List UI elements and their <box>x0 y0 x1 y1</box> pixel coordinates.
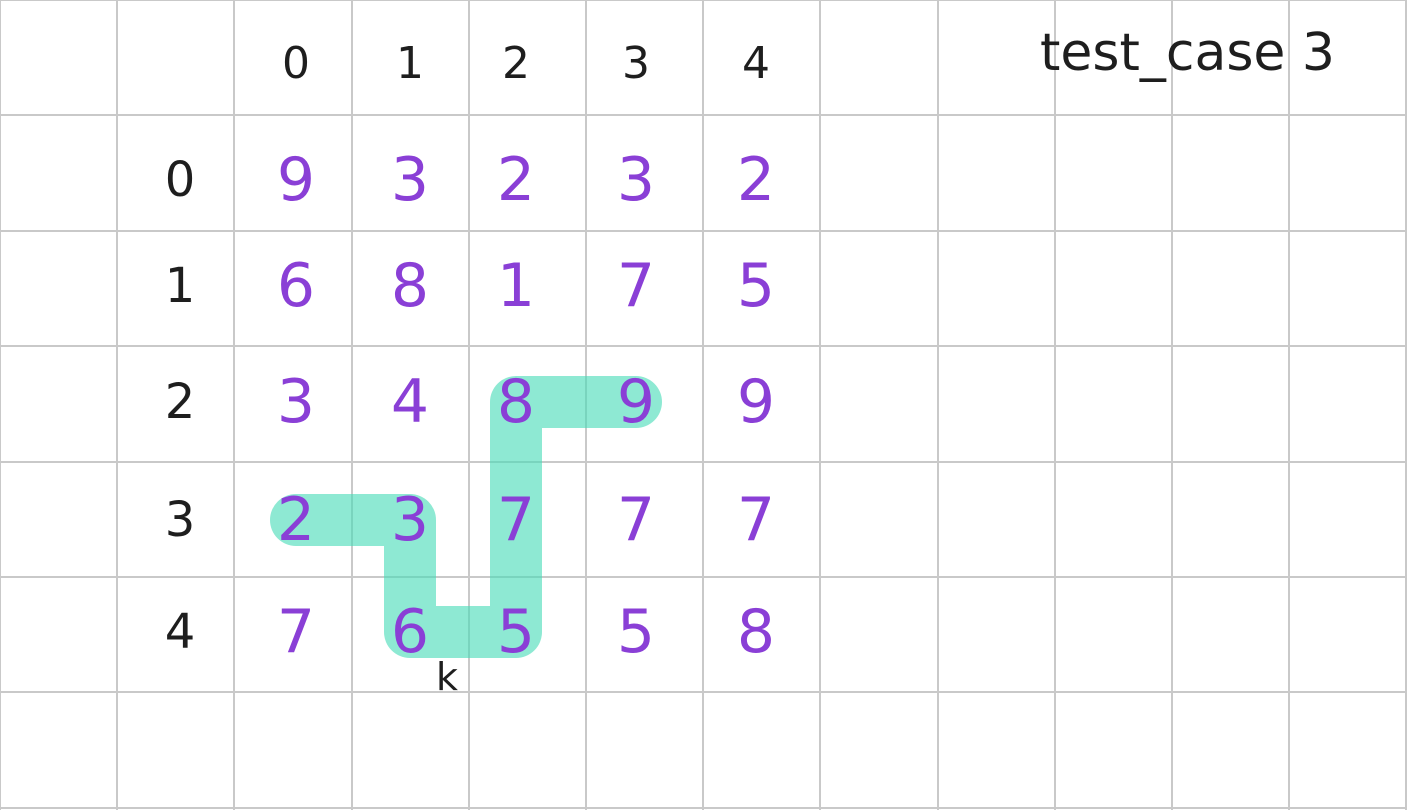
grid-cell-value: 2 <box>737 145 775 215</box>
column-header: 4 <box>742 38 770 89</box>
grid-cell-value: 5 <box>737 251 775 321</box>
column-header: 3 <box>622 38 650 89</box>
grid-cell-value: 3 <box>277 367 315 437</box>
column-header: 2 <box>502 38 530 89</box>
grid-cell-value: 3 <box>391 485 429 555</box>
grid-lines <box>0 0 1407 810</box>
grid-cell-value: 6 <box>391 597 429 667</box>
whiteboard-canvas: 0 1 2 3 401234 9 3 2 3 26 8 1 7 53 4 8 9 92 3 7 7 77 6 5 5 8 tes… <box>0 0 1407 810</box>
grid-cell-value: 2 <box>277 485 315 555</box>
row-header: 1 <box>165 258 196 314</box>
grid-cell-value: 9 <box>737 367 775 437</box>
grid-cell-value: 9 <box>277 145 315 215</box>
grid-cell-value: 5 <box>617 597 655 667</box>
grid-cell-value: 5 <box>497 597 535 667</box>
grid-cell-value: 7 <box>497 485 535 555</box>
grid-cell-value: 7 <box>737 485 775 555</box>
annotation-mark: k <box>436 655 458 699</box>
grid-cell-value: 3 <box>391 145 429 215</box>
title-text: test_case 3 <box>1040 23 1335 83</box>
grid-cell-value: 6 <box>277 251 315 321</box>
grid-cell-value: 4 <box>391 367 429 437</box>
grid-cell-value: 8 <box>391 251 429 321</box>
grid-cell-value: 7 <box>277 597 315 667</box>
row-header: 4 <box>165 604 196 660</box>
grid-cell-value: 1 <box>497 251 535 321</box>
grid-cell-value: 7 <box>617 485 655 555</box>
column-header: 0 <box>282 38 310 89</box>
row-header: 3 <box>165 492 196 548</box>
grid-cell-value: 2 <box>497 145 535 215</box>
grid-headers: 0 1 2 3 401234 <box>165 38 770 660</box>
grid-cell-value: 7 <box>617 251 655 321</box>
grid-cell-value: 8 <box>737 597 775 667</box>
column-header: 1 <box>396 38 424 89</box>
row-header: 0 <box>165 152 196 208</box>
grid-cell-value: 8 <box>497 367 535 437</box>
grid-cell-value: 9 <box>617 367 655 437</box>
row-header: 2 <box>165 374 196 430</box>
grid-cell-value: 3 <box>617 145 655 215</box>
